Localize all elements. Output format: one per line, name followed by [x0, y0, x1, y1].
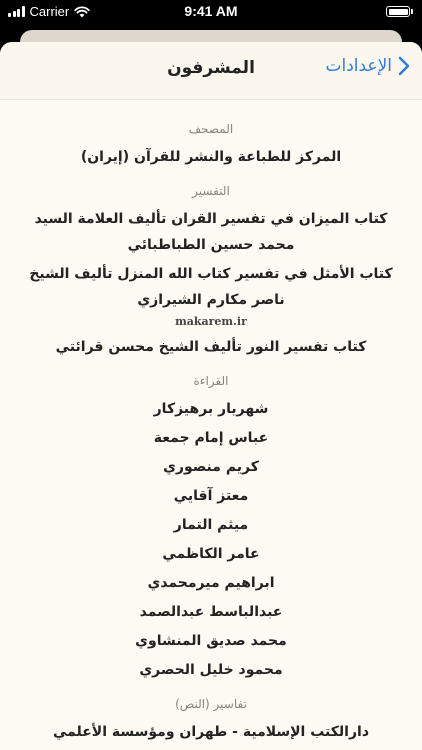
- battery-icon: [386, 6, 413, 17]
- back-button[interactable]: الإعدادات: [325, 56, 410, 76]
- section-reciters: القراءة شهريار برهيزكار عباس إمام جمعة ك…: [20, 374, 402, 683]
- section-header: تفاسير (النص): [175, 697, 247, 711]
- section-tafsir: التفسير كتاب الميزان في تفسير القران تأل…: [20, 184, 402, 360]
- section-header: التفسير: [192, 184, 230, 198]
- list-item: المركز للطباعة والنشر للقرآن (إيران): [80, 149, 342, 165]
- section-mushaf: المصحف المركز للطباعة والنشر للقرآن (إير…: [20, 122, 402, 170]
- list-item: كتاب الميزان في تفسير القران تأليف العلا…: [34, 211, 388, 253]
- website-note: makarem.ir: [175, 315, 247, 328]
- list-item: كريم منصوري: [163, 459, 259, 475]
- navigation-bar: المشرفون الإعدادات: [0, 42, 422, 100]
- status-bar: Carrier 9:41 AM: [0, 0, 422, 26]
- list-item: دارالكتب الإسلامية - طهران ومؤسسة الأعلم…: [52, 724, 370, 740]
- list-item: معتز آقايي: [173, 488, 249, 504]
- list-item: محمود خليل الحصري: [139, 662, 283, 678]
- list-item: ميثم التمار: [173, 517, 249, 533]
- list-item: عامر الكاظمي: [162, 546, 260, 562]
- battery-level: [388, 8, 408, 15]
- list-item: عباس إمام جمعة: [153, 430, 269, 446]
- credits-list: المصحف المركز للطباعة والنشر للقرآن (إير…: [0, 100, 422, 750]
- section-header: المصحف: [188, 122, 234, 136]
- list-item: ابراهيم ميرمحمدي: [147, 575, 275, 591]
- list-item: كتاب تفسير النور تأليف الشيخ محسن قرائتي: [55, 339, 367, 355]
- back-button-label: الإعدادات: [325, 56, 392, 76]
- list-item: كتاب الأمثل في تفسير كتاب الله المنزل تأ…: [29, 266, 393, 308]
- section-header: القراءة: [193, 374, 229, 388]
- list-item: عبدالباسط عبدالصمد: [139, 604, 283, 620]
- list-item: شهريار برهيزكار: [153, 401, 269, 417]
- modal-sheet: المشرفون الإعدادات المصحف المركز للطباعة…: [0, 42, 422, 750]
- section-tafsir-text: تفاسير (النص) دارالكتب الإسلامية - طهران…: [20, 697, 402, 750]
- list-item: محمد صديق المنشاوي: [135, 633, 287, 649]
- status-time: 9:41 AM: [184, 3, 238, 19]
- chevron-right-icon: [398, 56, 410, 76]
